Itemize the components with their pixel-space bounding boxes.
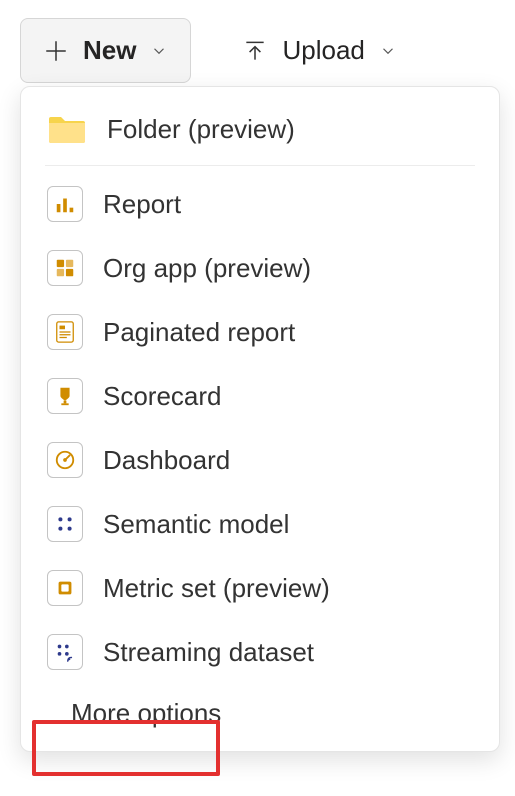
- dashboard-icon: [47, 442, 83, 478]
- menu-item-label: Semantic model: [103, 509, 289, 540]
- folder-icon: [47, 111, 87, 147]
- new-dropdown-menu: Folder (preview) Report Org app (preview…: [20, 86, 500, 752]
- chevron-down-icon: [150, 42, 168, 60]
- menu-item-more-options[interactable]: More options: [21, 684, 499, 743]
- paginated-report-icon: [47, 314, 83, 350]
- menu-item-label: Org app (preview): [103, 253, 311, 284]
- scorecard-icon: [47, 378, 83, 414]
- menu-item-dashboard[interactable]: Dashboard: [21, 428, 499, 492]
- menu-item-label: Metric set (preview): [103, 573, 330, 604]
- new-button[interactable]: New: [20, 18, 191, 83]
- org-app-icon: [47, 250, 83, 286]
- upload-icon: [242, 38, 268, 64]
- toolbar: New Upload: [0, 0, 515, 83]
- metric-set-icon: [47, 570, 83, 606]
- menu-item-org-app[interactable]: Org app (preview): [21, 236, 499, 300]
- menu-item-report[interactable]: Report: [21, 172, 499, 236]
- report-icon: [47, 186, 83, 222]
- menu-item-folder[interactable]: Folder (preview): [21, 97, 499, 161]
- menu-item-label: More options: [71, 698, 221, 729]
- plus-icon: [43, 38, 69, 64]
- menu-item-label: Folder (preview): [107, 114, 295, 145]
- menu-item-label: Report: [103, 189, 181, 220]
- menu-item-label: Paginated report: [103, 317, 295, 348]
- upload-button-label: Upload: [282, 35, 364, 66]
- menu-item-streaming-dataset[interactable]: Streaming dataset: [21, 620, 499, 684]
- upload-button[interactable]: Upload: [219, 18, 419, 83]
- menu-item-scorecard[interactable]: Scorecard: [21, 364, 499, 428]
- menu-divider: [45, 165, 475, 166]
- menu-item-label: Scorecard: [103, 381, 222, 412]
- menu-item-label: Dashboard: [103, 445, 230, 476]
- chevron-down-icon: [379, 42, 397, 60]
- menu-item-label: Streaming dataset: [103, 637, 314, 668]
- streaming-dataset-icon: [47, 634, 83, 670]
- menu-item-paginated-report[interactable]: Paginated report: [21, 300, 499, 364]
- semantic-model-icon: [47, 506, 83, 542]
- menu-item-metric-set[interactable]: Metric set (preview): [21, 556, 499, 620]
- new-button-label: New: [83, 35, 136, 66]
- menu-item-semantic-model[interactable]: Semantic model: [21, 492, 499, 556]
